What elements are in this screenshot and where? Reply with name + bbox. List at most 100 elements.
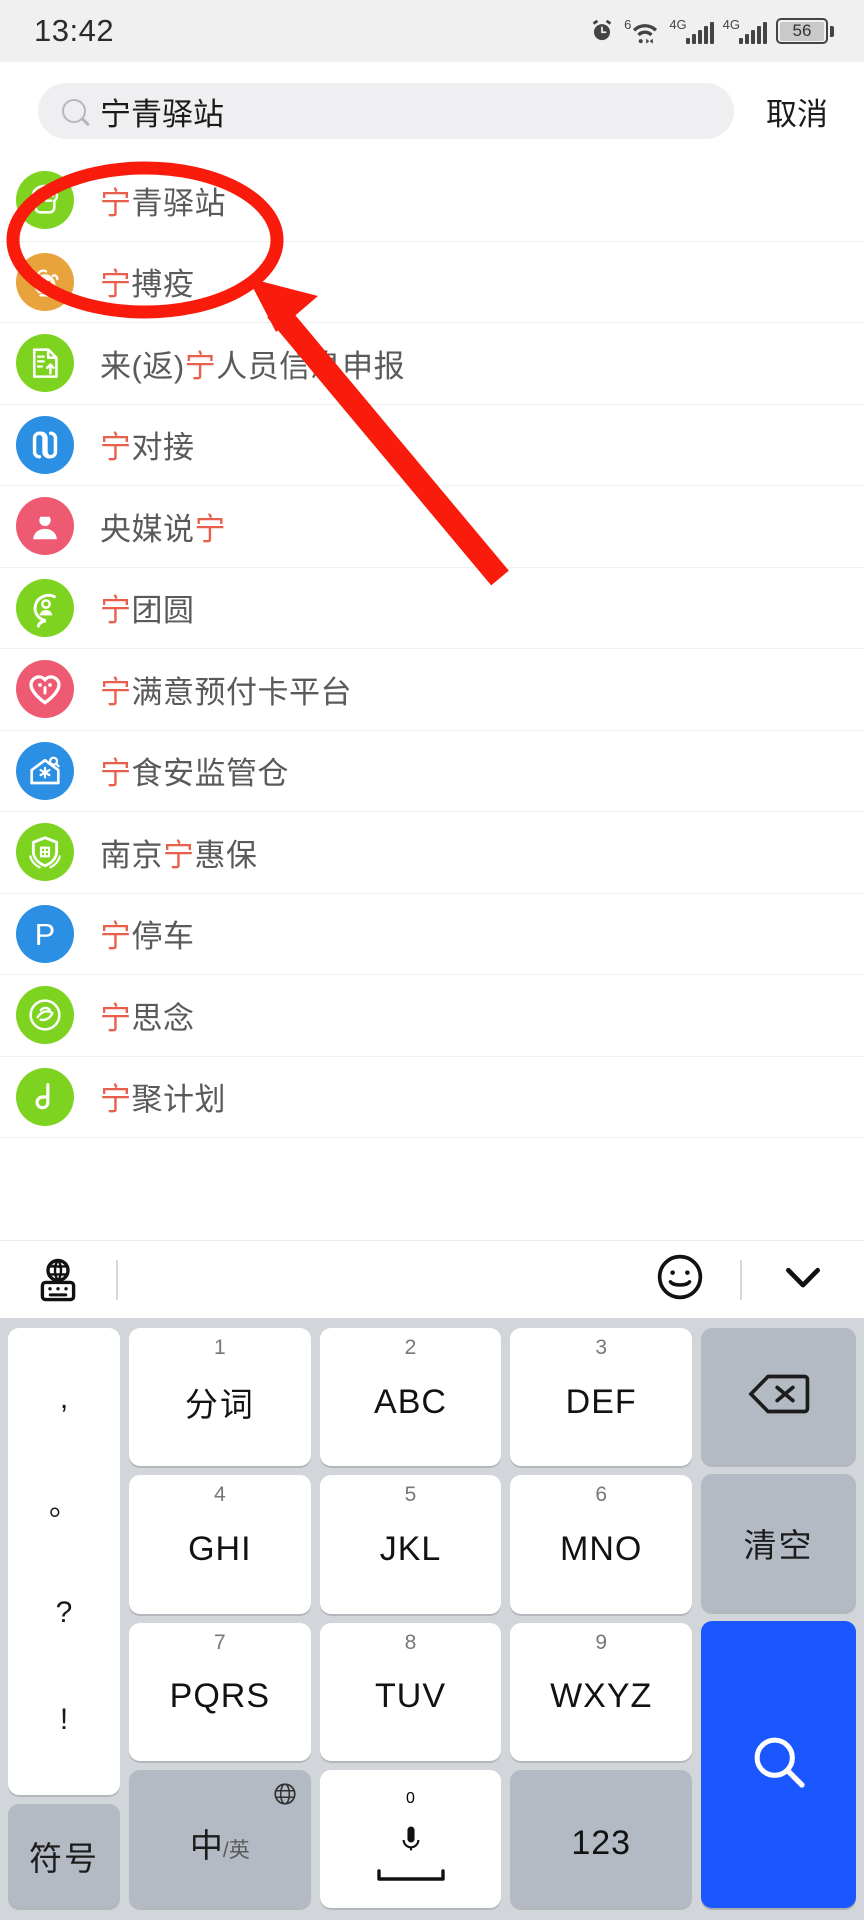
result-row-2[interactable]: 宁搏疫 <box>0 242 864 323</box>
result-row-4[interactable]: 宁对接 <box>0 405 864 486</box>
alarm-clock-icon <box>589 18 615 44</box>
space-key[interactable]: 0 <box>319 1769 502 1908</box>
leaf-station-icon <box>16 171 74 230</box>
key-8[interactable]: 8 TUV <box>319 1622 502 1761</box>
keyboard-row-4: 中 /英 0 123 <box>129 1769 693 1908</box>
result-row-11[interactable]: 宁思念 <box>0 975 864 1057</box>
result-name: 宁聚计划 <box>100 1082 226 1118</box>
key-7-number: 7 <box>213 1630 226 1654</box>
result-row-5[interactable]: 央媒说宁 <box>0 486 864 568</box>
result-row-7[interactable]: 宁满意预付卡平台 <box>0 649 864 731</box>
result-name: 宁青驿站 <box>100 185 226 221</box>
parking-p-icon: P <box>16 904 74 963</box>
signal-bars-1 <box>685 22 714 44</box>
key-9[interactable]: 9 WXYZ <box>510 1622 693 1761</box>
key-8-number: 8 <box>404 1630 417 1654</box>
network-signal-1: 4G <box>669 17 714 44</box>
result-row-10[interactable]: P 宁停车 <box>0 894 864 975</box>
symbol-key[interactable]: 符号 <box>8 1804 120 1908</box>
keyboard-row-3: 7 PQRS 8 TUV 9 WXYZ <box>129 1622 693 1761</box>
search-icon <box>747 1730 811 1799</box>
keyboard-row-1: 1 分词 2 ABC 3 DEF <box>129 1328 693 1467</box>
key-5-number: 5 <box>404 1483 417 1507</box>
key-6-label: MNO <box>560 1529 643 1568</box>
symbol-key-label: 符号 <box>29 1840 99 1877</box>
search-input-value: 宁青驿站 <box>100 96 224 132</box>
shield-insurance-icon <box>16 823 74 882</box>
result-name: 央媒说宁 <box>100 511 226 547</box>
key-6-number: 6 <box>595 1483 608 1507</box>
status-icons: 6 4G 4G 56 <box>589 18 834 44</box>
signal-bars-2 <box>739 22 767 44</box>
key-7[interactable]: 7 PQRS <box>129 1622 311 1761</box>
key-3-number: 3 <box>595 1336 608 1359</box>
document-declare-icon <box>16 334 74 393</box>
key-4-label: GHI <box>188 1529 252 1568</box>
keyboard-right-column: 清空 <box>701 1328 856 1908</box>
globe-icon <box>272 1781 298 1812</box>
clear-key[interactable]: 清空 <box>701 1474 856 1612</box>
keyboard-row-2: 4 GHI 5 JKL 6 MNO <box>129 1475 693 1614</box>
toolbar-divider-left <box>116 1259 118 1300</box>
battery-level-label: 56 <box>780 21 824 41</box>
punct-question[interactable]: ? <box>56 1597 73 1628</box>
result-name: 来(返)宁人员信息申报 <box>100 348 406 384</box>
result-row-9[interactable]: 南京宁惠保 <box>0 812 864 894</box>
keyboard-punctuation-column: , 。 ? ! 符号 <box>8 1328 120 1908</box>
result-row-6[interactable]: 宁团圆 <box>0 568 864 649</box>
space-underline-icon <box>375 1869 447 1888</box>
result-row-8[interactable]: 宁食安监管仓 <box>0 731 864 812</box>
globe-keyboard-icon[interactable] <box>34 1256 82 1304</box>
keyboard-main-keys: 1 分词 2 ABC 3 DEF 4 GHI 5 JKL 6 MNO 7 PQR… <box>129 1328 693 1908</box>
language-toggle-key[interactable]: 中 /英 <box>129 1769 311 1908</box>
microphone-icon[interactable] <box>394 1824 428 1867</box>
result-row-1[interactable]: 宁青驿站 <box>0 160 864 242</box>
result-name: 宁满意预付卡平台 <box>100 674 352 710</box>
key-4-number: 4 <box>213 1483 226 1507</box>
key-4[interactable]: 4 GHI <box>129 1475 311 1614</box>
emoji-smiley-icon[interactable] <box>654 1251 706 1308</box>
punct-period[interactable]: 。 <box>49 1491 79 1521</box>
result-row-3[interactable]: 来(返)宁人员信息申报 <box>0 323 864 405</box>
search-bar: 宁青驿站 取消 <box>0 62 864 160</box>
search-results-list[interactable]: 宁青驿站宁搏疫来(返)宁人员信息申报 宁对接央媒说宁宁团圆宁满意预付卡平台宁食安监… <box>0 160 864 1240</box>
gather-plan-icon <box>16 1067 74 1126</box>
wifi-icon: 6 <box>624 18 660 44</box>
key-2[interactable]: 2 ABC <box>319 1328 502 1467</box>
result-name: 宁停车 <box>100 919 195 955</box>
backspace-key[interactable] <box>701 1328 856 1466</box>
toolbar-divider-right <box>740 1259 742 1300</box>
search-input[interactable]: 宁青驿站 <box>38 83 734 139</box>
keyboard[interactable]: , 。 ? ! 符号 1 分词 2 ABC 3 DEF 4 GHI 5 JKL … <box>0 1318 864 1920</box>
punct-exclaim[interactable]: ! <box>60 1704 68 1735</box>
person-media-icon <box>16 497 74 556</box>
result-row-12[interactable]: 宁聚计划 <box>0 1057 864 1138</box>
search-key[interactable] <box>701 1620 856 1908</box>
status-bar: 13:42 6 4G 4G 56 <box>0 0 864 62</box>
result-name: 宁对接 <box>100 430 195 466</box>
backspace-icon <box>747 1371 810 1422</box>
key-7-label: PQRS <box>169 1677 271 1716</box>
family-reunion-icon <box>16 578 74 637</box>
result-name: 宁团圆 <box>100 593 195 629</box>
key-6[interactable]: 6 MNO <box>510 1475 693 1614</box>
status-time: 13:42 <box>34 13 115 48</box>
chevron-down-icon[interactable] <box>776 1250 830 1309</box>
result-name: 宁搏疫 <box>100 267 195 303</box>
battery-icon: 56 <box>776 18 834 44</box>
space-key-number: 0 <box>406 1789 415 1807</box>
key-8-label: TUV <box>375 1677 446 1716</box>
numeric-key-label: 123 <box>571 1824 632 1863</box>
heart-smile-icon <box>16 660 74 719</box>
punctuation-key[interactable]: , 。 ? ! <box>8 1328 120 1795</box>
punct-comma[interactable]: , <box>60 1384 68 1414</box>
result-name: 宁思念 <box>100 1000 195 1036</box>
network-type-label-1: 4G <box>669 17 687 32</box>
key-1[interactable]: 1 分词 <box>129 1328 311 1467</box>
key-3[interactable]: 3 DEF <box>510 1328 693 1467</box>
key-1-label: 分词 <box>184 1386 255 1424</box>
result-name: 南京宁惠保 <box>100 837 258 873</box>
key-5[interactable]: 5 JKL <box>319 1475 502 1614</box>
numeric-key[interactable]: 123 <box>510 1769 693 1908</box>
cancel-button[interactable]: 取消 <box>752 89 842 134</box>
